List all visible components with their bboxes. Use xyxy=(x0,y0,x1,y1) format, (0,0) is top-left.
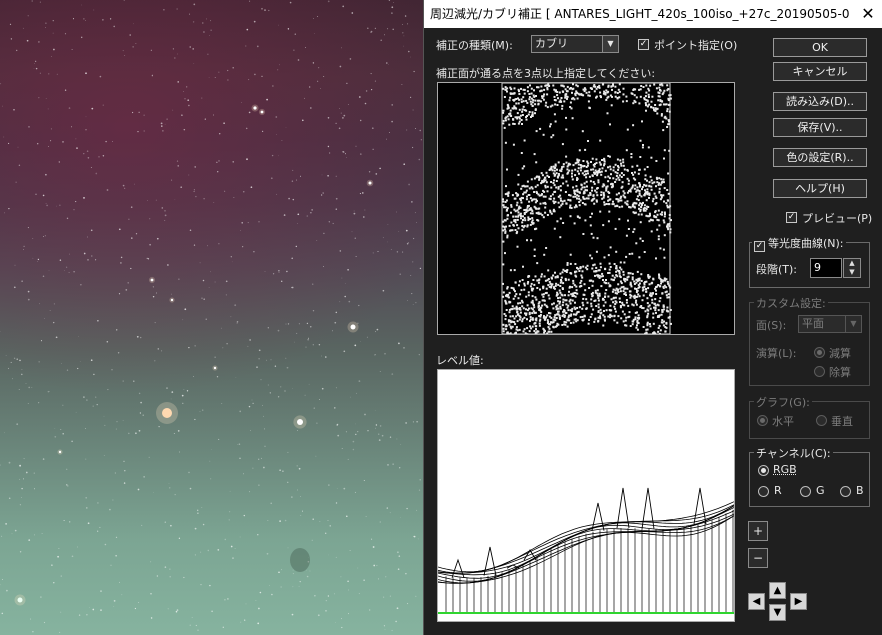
instruction-text: 補正面が通る点を3点以上指定してください: xyxy=(436,67,656,80)
title-bar: 周辺減光/カブリ補正 [ ANTARES_LIGHT_420s_100iso_+… xyxy=(424,0,882,28)
isophote-title: ✓ 等光度曲線(N): xyxy=(752,235,846,252)
color-settings-button[interactable]: 色の設定(R).. xyxy=(773,148,867,167)
vignetting-fog-correction-dialog: 周辺減光/カブリ補正 [ ANTARES_LIGHT_420s_100iso_+… xyxy=(423,0,882,635)
calc-label: 演算(L): xyxy=(756,347,797,360)
left-arrow-icon[interactable]: ◀ xyxy=(748,593,765,610)
star-field xyxy=(0,0,423,633)
step-input[interactable]: 9 xyxy=(810,258,842,278)
g-radio[interactable] xyxy=(800,486,811,497)
close-icon[interactable]: ✕ xyxy=(853,0,882,28)
preview-label: プレビュー(P) xyxy=(802,212,873,225)
chevron-down-icon: ▼ xyxy=(602,36,618,52)
chevron-down-icon: ▼ xyxy=(845,316,861,332)
isophote-checkbox[interactable]: ✓ xyxy=(754,241,765,252)
isophote-label: 等光度曲線(N): xyxy=(768,237,844,250)
r-label: R xyxy=(774,484,782,497)
level-curve-chart xyxy=(437,487,735,614)
help-button[interactable]: ヘルプ(H) xyxy=(773,179,867,198)
level-graph[interactable] xyxy=(437,369,735,622)
graph-title: グラフ(G): xyxy=(754,394,812,410)
surface-value: 平面 xyxy=(802,317,824,330)
correction-type-label: 補正の種類(M): xyxy=(436,39,513,52)
r-radio[interactable] xyxy=(758,486,769,497)
horizontal-radio[interactable] xyxy=(757,415,768,426)
up-arrow-icon[interactable]: ▲ xyxy=(769,582,786,599)
down-arrow-icon[interactable]: ▼ xyxy=(844,268,860,277)
correction-type-select[interactable]: カブリ ▼ xyxy=(531,35,619,53)
divide-label: 除算 xyxy=(829,366,851,379)
custom-settings-title: カスタム設定: xyxy=(754,295,828,311)
point-spec-label: ポイント指定(O) xyxy=(654,39,738,52)
point-spec-checkbox[interactable]: ✓ xyxy=(638,39,649,50)
correction-preview-area[interactable] xyxy=(437,82,735,336)
surface-label: 面(S): xyxy=(756,319,787,332)
cancel-button[interactable]: キャンセル xyxy=(773,62,867,81)
correction-type-value: カブリ xyxy=(535,37,568,50)
zoom-in-button[interactable]: + xyxy=(748,521,768,541)
isophote-preview xyxy=(501,82,672,336)
zoom-out-button[interactable]: − xyxy=(748,548,768,568)
step-label: 段階(T): xyxy=(756,263,798,276)
preview-checkbox[interactable]: ✓ xyxy=(786,212,797,223)
astro-image-preview xyxy=(0,0,423,635)
load-button[interactable]: 読み込み(D).. xyxy=(773,92,867,111)
right-arrow-icon[interactable]: ▶ xyxy=(790,593,807,610)
vertical-radio[interactable] xyxy=(816,415,827,426)
level-value-label: レベル値: xyxy=(436,354,484,367)
up-arrow-icon[interactable]: ▲ xyxy=(844,259,860,268)
down-arrow-icon[interactable]: ▼ xyxy=(769,604,786,621)
horizontal-label: 水平 xyxy=(772,415,794,428)
channel-group: チャンネル(C): xyxy=(749,445,870,507)
rgb-radio[interactable] xyxy=(758,465,769,476)
subtract-label: 減算 xyxy=(829,347,851,360)
save-button[interactable]: 保存(V).. xyxy=(773,118,867,137)
b-radio[interactable] xyxy=(840,486,851,497)
step-spinner[interactable]: ▲ ▼ xyxy=(843,258,861,278)
b-label: B xyxy=(856,484,864,497)
surface-select[interactable]: 平面 ▼ xyxy=(798,315,862,333)
window-title: 周辺減光/カブリ補正 [ ANTARES_LIGHT_420s_100iso_+… xyxy=(430,7,850,21)
g-label: G xyxy=(816,484,825,497)
vertical-label: 垂直 xyxy=(831,415,853,428)
rgb-label: RGB xyxy=(773,463,797,476)
subtract-radio[interactable] xyxy=(814,347,825,358)
channel-title: チャンネル(C): xyxy=(754,445,833,461)
divide-radio[interactable] xyxy=(814,366,825,377)
ok-button[interactable]: OK xyxy=(773,38,867,57)
